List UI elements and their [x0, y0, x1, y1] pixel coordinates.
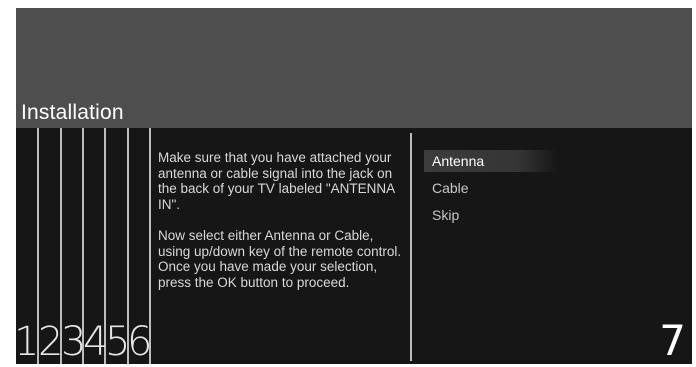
- instructions-paragraph-2: Now select either Antenna or Cable, usin…: [158, 228, 402, 290]
- step-number-7: 7: [659, 316, 686, 364]
- step-number-6: 6: [127, 319, 153, 364]
- instructions-text: Make sure that you have attached your an…: [158, 150, 408, 306]
- panel-divider: [410, 133, 412, 361]
- setup-content: 1 2 3 4 5 6 Make sure that you have atta…: [16, 128, 692, 364]
- option-skip[interactable]: Skip: [424, 204, 558, 226]
- step-number-1: 1: [16, 319, 40, 364]
- page-title: Installation: [21, 101, 124, 124]
- tv-screen: Installation 1 2 3 4 5 6 Make sure that …: [16, 8, 692, 364]
- option-antenna[interactable]: Antenna: [424, 150, 558, 172]
- header-bar: Installation: [16, 8, 692, 128]
- instructions-paragraph-1: Make sure that you have attached your an…: [158, 150, 395, 212]
- step-number-2: 2: [38, 319, 64, 364]
- signal-source-menu: Antenna Cable Skip: [424, 150, 558, 231]
- option-cable[interactable]: Cable: [424, 177, 558, 199]
